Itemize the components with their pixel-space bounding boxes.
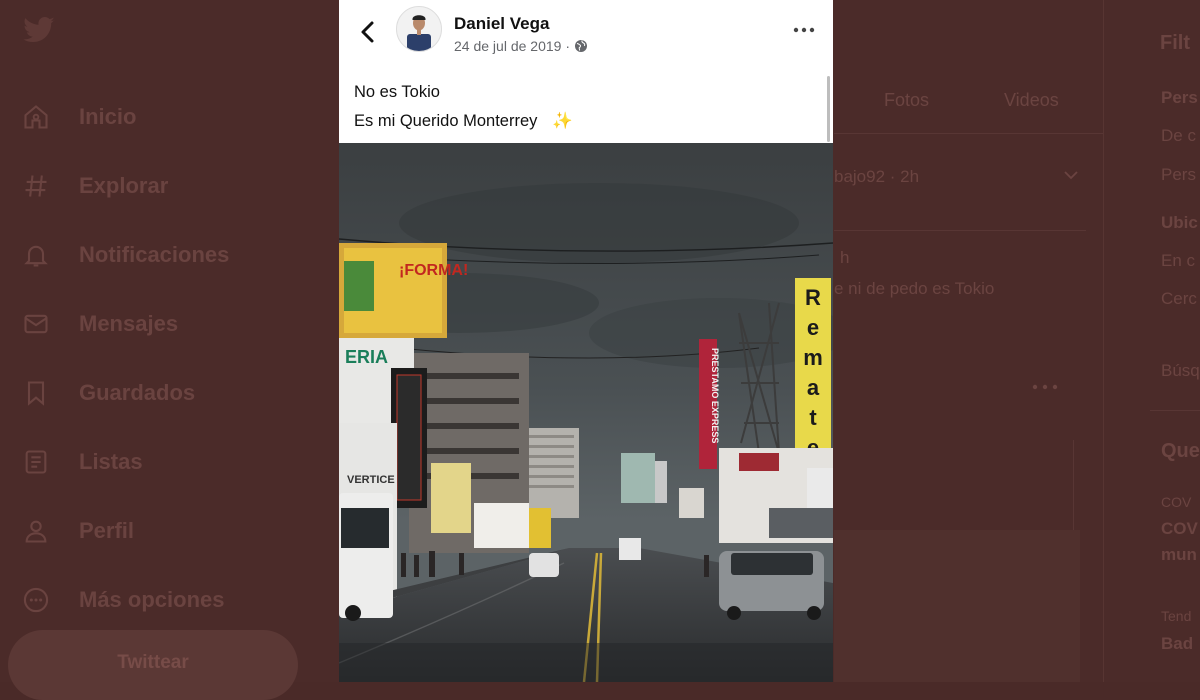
column-divider (1103, 0, 1104, 682)
tab-photos[interactable]: Fotos (884, 90, 929, 111)
trend-1-label: COV (1161, 494, 1192, 510)
tweet-meta: bajo92 · 2h (834, 167, 920, 186)
billboard-forma-text: ¡FORMA! (399, 262, 468, 279)
nav-label: Inicio (79, 103, 137, 129)
nav-item-guardados[interactable]: Guardados (20, 358, 320, 427)
tab-videos[interactable]: Videos (1004, 90, 1059, 111)
nav-item-listas[interactable]: Listas (20, 427, 320, 496)
tweet-more-icon[interactable] (1032, 384, 1058, 390)
nav-item-notificaciones[interactable]: Notificaciones (20, 220, 320, 289)
right-divider (1150, 410, 1200, 411)
post-date[interactable]: 24 de jul de 2019 · (454, 38, 570, 54)
sparkles-emoji: ✨ (552, 112, 573, 130)
nav-item-perfil[interactable]: Perfil (20, 496, 320, 565)
location-option-1[interactable]: En c (1161, 251, 1195, 271)
globe-icon (574, 40, 587, 52)
filters-title: Filt (1160, 32, 1190, 54)
bell-icon (20, 239, 52, 271)
location-heading: Ubic (1161, 213, 1198, 232)
more-circle-icon (20, 584, 52, 616)
sidebar-nav: Inicio Explorar Notificaciones Mensajes … (20, 82, 320, 634)
more-options-icon[interactable] (793, 26, 815, 34)
nav-label: Notificaciones (79, 241, 230, 267)
location-option-2[interactable]: Cerc (1161, 289, 1197, 309)
post-line-1: No es Tokio (354, 83, 440, 101)
sign-remate-2: m (803, 345, 823, 370)
tweet-divider (834, 230, 1086, 231)
chevron-down-icon[interactable] (1064, 170, 1078, 180)
nav-label: Más opciones (79, 586, 225, 612)
sign-remate-0: R (805, 285, 821, 310)
sign-teria-text: ERIA (345, 347, 388, 367)
post-author[interactable]: Daniel Vega (454, 14, 549, 34)
post-photo[interactable]: ¡FORMA! ERIA VERTICE PRESTAMO EXPRESS R … (339, 143, 833, 682)
tweet-text: e ni de pedo es Tokio (834, 279, 995, 298)
trend-2-label: Tend (1161, 608, 1192, 624)
media-placeholder (834, 530, 1080, 682)
trends-heading: Que (1161, 440, 1200, 462)
nav-label: Mensajes (79, 310, 179, 336)
nav-item-mensajes[interactable]: Mensajes (20, 289, 320, 358)
facebook-post-card: Daniel Vega 24 de jul de 2019 · No es To… (339, 0, 833, 682)
hashtag-icon (20, 170, 52, 202)
people-heading: Pers (1161, 88, 1198, 107)
advanced-search-link[interactable]: Búsq (1161, 361, 1200, 381)
back-arrow-icon[interactable] (359, 20, 377, 44)
profile-photo (397, 7, 441, 51)
people-option-1[interactable]: De c (1161, 126, 1196, 146)
post-meta: 24 de jul de 2019 · (454, 38, 588, 54)
scrollbar[interactable] (827, 76, 830, 142)
mail-icon (20, 308, 52, 340)
nav-item-mas-opciones[interactable]: Más opciones (20, 565, 320, 634)
nav-item-explorar[interactable]: Explorar (20, 151, 320, 220)
sign-remate-1: e (807, 315, 819, 340)
trend-2-title[interactable]: Bad (1161, 634, 1193, 654)
avatar[interactable] (396, 6, 442, 52)
sign-express-text: PRESTAMO EXPRESS (710, 348, 720, 443)
twitter-logo-icon[interactable] (22, 16, 56, 46)
post-text: No es Tokio Es mi Querido Monterrey ✨ (354, 78, 573, 136)
home-icon (20, 101, 52, 133)
person-icon (20, 515, 52, 547)
list-icon (20, 446, 52, 478)
tabs-divider (834, 133, 1103, 134)
people-option-2[interactable]: Pers (1161, 165, 1196, 185)
bookmark-icon (20, 377, 52, 409)
nav-label: Perfil (79, 517, 135, 543)
trend-1-sub: mun (1161, 545, 1197, 564)
nav-label: Listas (79, 448, 143, 474)
post-line-2-wrap: Es mi Querido Monterrey ✨ (354, 107, 573, 136)
trend-1-title[interactable]: COV (1161, 519, 1198, 539)
thread-line (1073, 440, 1074, 540)
sign-remate-4: t (809, 405, 817, 430)
nav-item-inicio[interactable]: Inicio (20, 82, 320, 151)
sign-vertice-text: VERTICE (347, 474, 395, 486)
post-line-2: Es mi Querido Monterrey (354, 112, 538, 130)
tweet-handle: h (840, 248, 850, 267)
sign-remate-3: a (807, 375, 820, 400)
nav-label: Explorar (79, 172, 169, 198)
tweet-button[interactable]: Twittear (8, 630, 298, 700)
nav-label: Guardados (79, 379, 196, 405)
